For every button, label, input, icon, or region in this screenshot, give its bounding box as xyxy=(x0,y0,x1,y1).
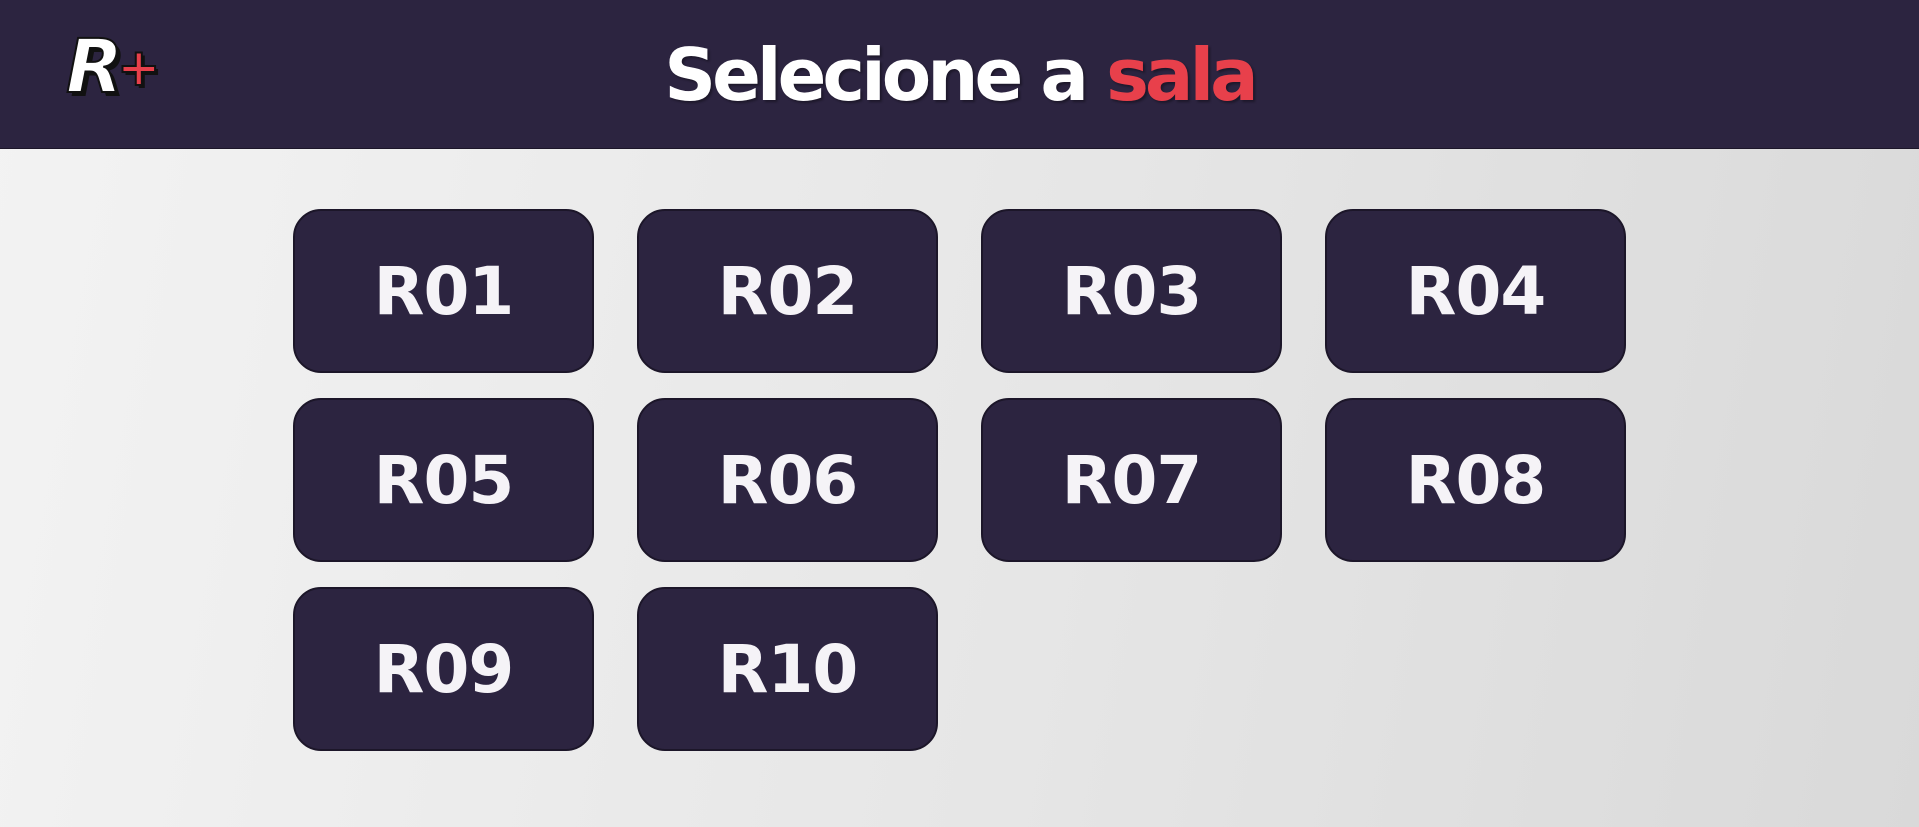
room-button-r07[interactable]: R07 xyxy=(981,398,1282,562)
room-button-r10[interactable]: R10 xyxy=(637,587,938,751)
room-button-r05[interactable]: R05 xyxy=(293,398,594,562)
room-button-r06[interactable]: R06 xyxy=(637,398,938,562)
room-button-r02[interactable]: R02 xyxy=(637,209,938,373)
room-button-r03[interactable]: R03 xyxy=(981,209,1282,373)
page-title: Selecione a sala xyxy=(0,30,1919,120)
room-grid: R01 R02 R03 R04 R05 R06 R07 R08 R09 R10 xyxy=(293,209,1626,751)
room-button-r09[interactable]: R09 xyxy=(293,587,594,751)
page-title-prefix: Selecione a xyxy=(664,33,1107,117)
app-header: R + Selecione a sala xyxy=(0,0,1919,149)
room-button-r01[interactable]: R01 xyxy=(293,209,594,373)
page-title-highlight: sala xyxy=(1106,33,1259,117)
room-button-r04[interactable]: R04 xyxy=(1325,209,1626,373)
room-button-r08[interactable]: R08 xyxy=(1325,398,1626,562)
